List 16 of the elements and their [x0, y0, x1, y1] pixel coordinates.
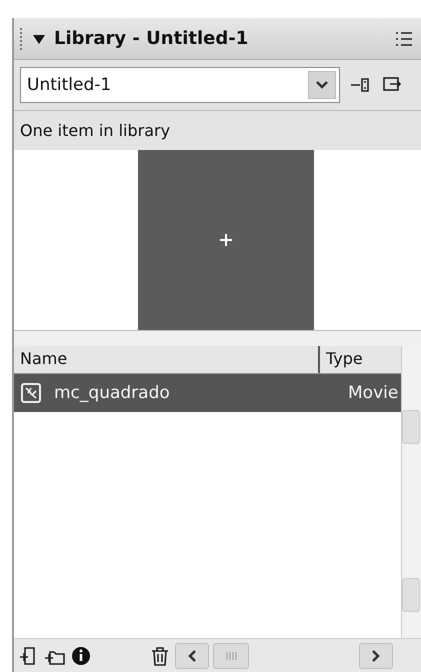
- grip-icon: [225, 650, 237, 660]
- vertical-scrollbar[interactable]: [401, 346, 421, 638]
- scroll-right-button[interactable]: [359, 642, 393, 668]
- info-icon[interactable]: [70, 644, 92, 666]
- chevron-right-icon: [371, 648, 381, 662]
- movie-clip-icon: [20, 382, 42, 404]
- column-header[interactable]: Type: [320, 346, 401, 373]
- scroll-left-button[interactable]: [175, 642, 209, 668]
- document-dropdown[interactable]: Untitled-1: [20, 67, 340, 103]
- trash-icon[interactable]: [149, 644, 171, 666]
- chevron-left-icon: [187, 648, 197, 662]
- chevron-down-icon: [315, 80, 329, 90]
- scrollbar-thumb[interactable]: [213, 642, 249, 668]
- library-item[interactable]: mc_quadrado Movie: [14, 374, 401, 412]
- item-count-text: One item in library: [20, 121, 170, 140]
- panel-title: Library - Untitled-1: [54, 28, 250, 49]
